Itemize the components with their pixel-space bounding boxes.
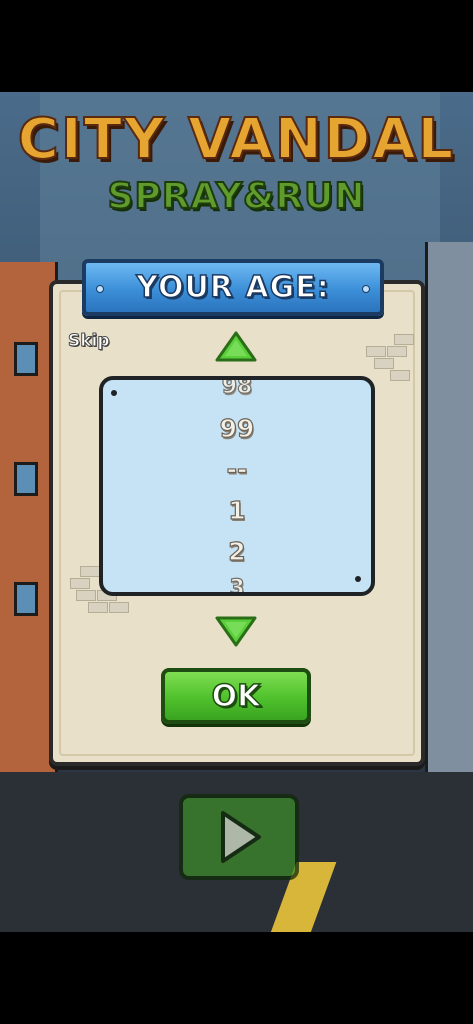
right-building	[425, 242, 473, 802]
building-window	[14, 342, 38, 376]
picker-item-2[interactable]: 2	[103, 536, 371, 566]
logo-title: CITY VANDAL	[17, 107, 456, 173]
game-logo: CITY VANDAL SPRAY&RUN	[0, 107, 473, 220]
building-window	[14, 462, 38, 496]
dialog-title-banner: YOUR AGE:	[82, 259, 384, 316]
scroll-up-arrow-icon[interactable]	[214, 330, 258, 364]
picker-item-1[interactable]: 1	[103, 495, 371, 525]
picker-item-98[interactable]: 98	[103, 380, 371, 400]
play-button[interactable]	[179, 794, 299, 880]
dialog-title: YOUR AGE:	[136, 269, 330, 306]
scroll-down-arrow-icon[interactable]	[214, 614, 258, 648]
picker-item-selected[interactable]: --	[103, 454, 371, 484]
ok-button[interactable]: OK	[161, 668, 311, 724]
top-black-bar	[0, 0, 473, 92]
skip-button[interactable]: Skip	[68, 331, 111, 352]
picker-item-99[interactable]: 99	[103, 413, 371, 443]
building-window	[14, 582, 38, 616]
play-icon	[221, 811, 261, 863]
picker-item-3[interactable]: 3	[103, 575, 371, 592]
bottom-black-bar	[0, 932, 473, 1024]
logo-subtitle: SPRAY&RUN	[107, 175, 366, 218]
ok-label: OK	[211, 678, 261, 715]
age-picker[interactable]: 98 99 -- 1 2 3	[99, 376, 375, 596]
bolt-icon	[362, 285, 370, 293]
bolt-icon	[96, 285, 104, 293]
